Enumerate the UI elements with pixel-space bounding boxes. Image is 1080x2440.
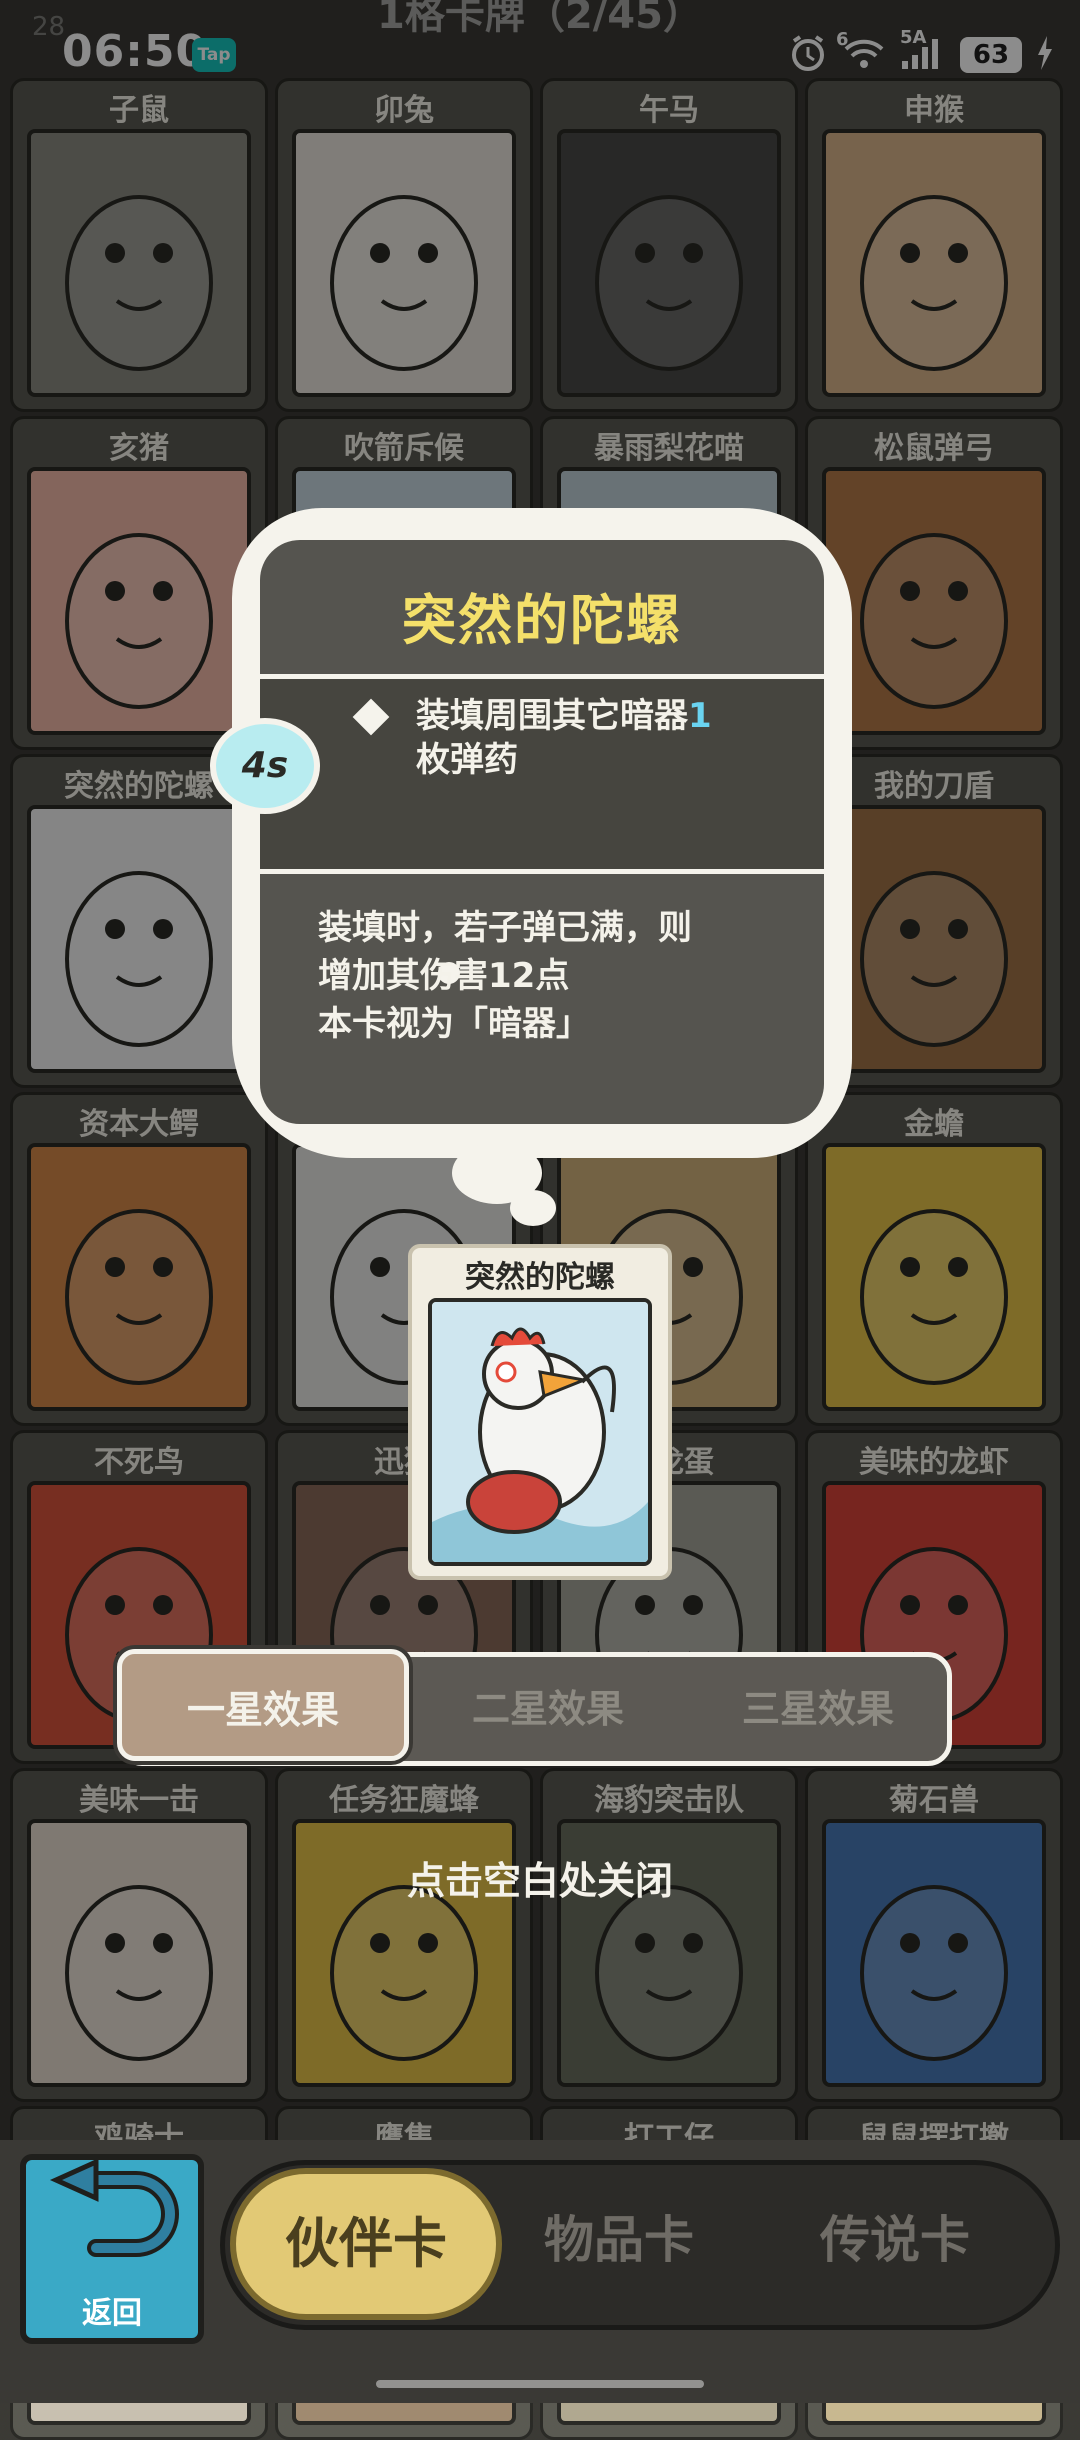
popup-title: 突然的陀螺	[402, 589, 682, 652]
back-button[interactable]: 返回	[20, 2154, 204, 2344]
home-indicator	[376, 2380, 704, 2388]
tab-item-cards[interactable]: 物品卡	[544, 2200, 694, 2272]
chicken-top-illustration	[432, 1302, 648, 1562]
star-level-tabs: 一星效果 二星效果 三星效果	[117, 1649, 953, 1766]
effect-number: 1	[688, 696, 712, 736]
desc-line-1: 装填时，若子弹已满，则	[318, 908, 692, 948]
back-label: 返回	[82, 2296, 142, 2331]
effect-suffix: 枚弹药	[416, 740, 518, 780]
tab-one-star[interactable]: 一星效果	[117, 1649, 409, 1761]
card-preview-art	[428, 1298, 652, 1566]
cooldown-timer-badge: 4s	[210, 718, 320, 814]
thought-bubble-small	[510, 1190, 556, 1226]
tab-companion-cards[interactable]: 伙伴卡	[230, 2168, 502, 2320]
desc-line-2: 增加其伤害12点	[318, 956, 570, 996]
effect-prefix: 装填周围其它暗器	[416, 696, 688, 736]
card-preview-name: 突然的陀螺	[465, 1260, 615, 1295]
back-arrow-icon	[49, 2158, 179, 2257]
tab-legend-cards[interactable]: 传说卡	[820, 2200, 970, 2272]
effect-text: 装填周围其它暗器1 枚弹药	[416, 694, 776, 782]
tab-three-star[interactable]: 三星效果	[683, 1657, 953, 1761]
tab-two-star[interactable]: 二星效果	[413, 1657, 683, 1761]
description-text: 装填时，若子弹已满，则 增加其伤害12点 本卡视为「暗器」	[318, 904, 798, 1048]
close-hint: 点击空白处关闭	[406, 1859, 673, 1903]
card-preview: 突然的陀螺	[408, 1244, 672, 1580]
desc-line-3: 本卡视为「暗器」	[318, 1004, 590, 1044]
card-detail-popup: 突然的陀螺 装填周围其它暗器1 枚弹药 4s 装填时，若子弹已满，则 增加其伤害1…	[210, 488, 852, 1180]
